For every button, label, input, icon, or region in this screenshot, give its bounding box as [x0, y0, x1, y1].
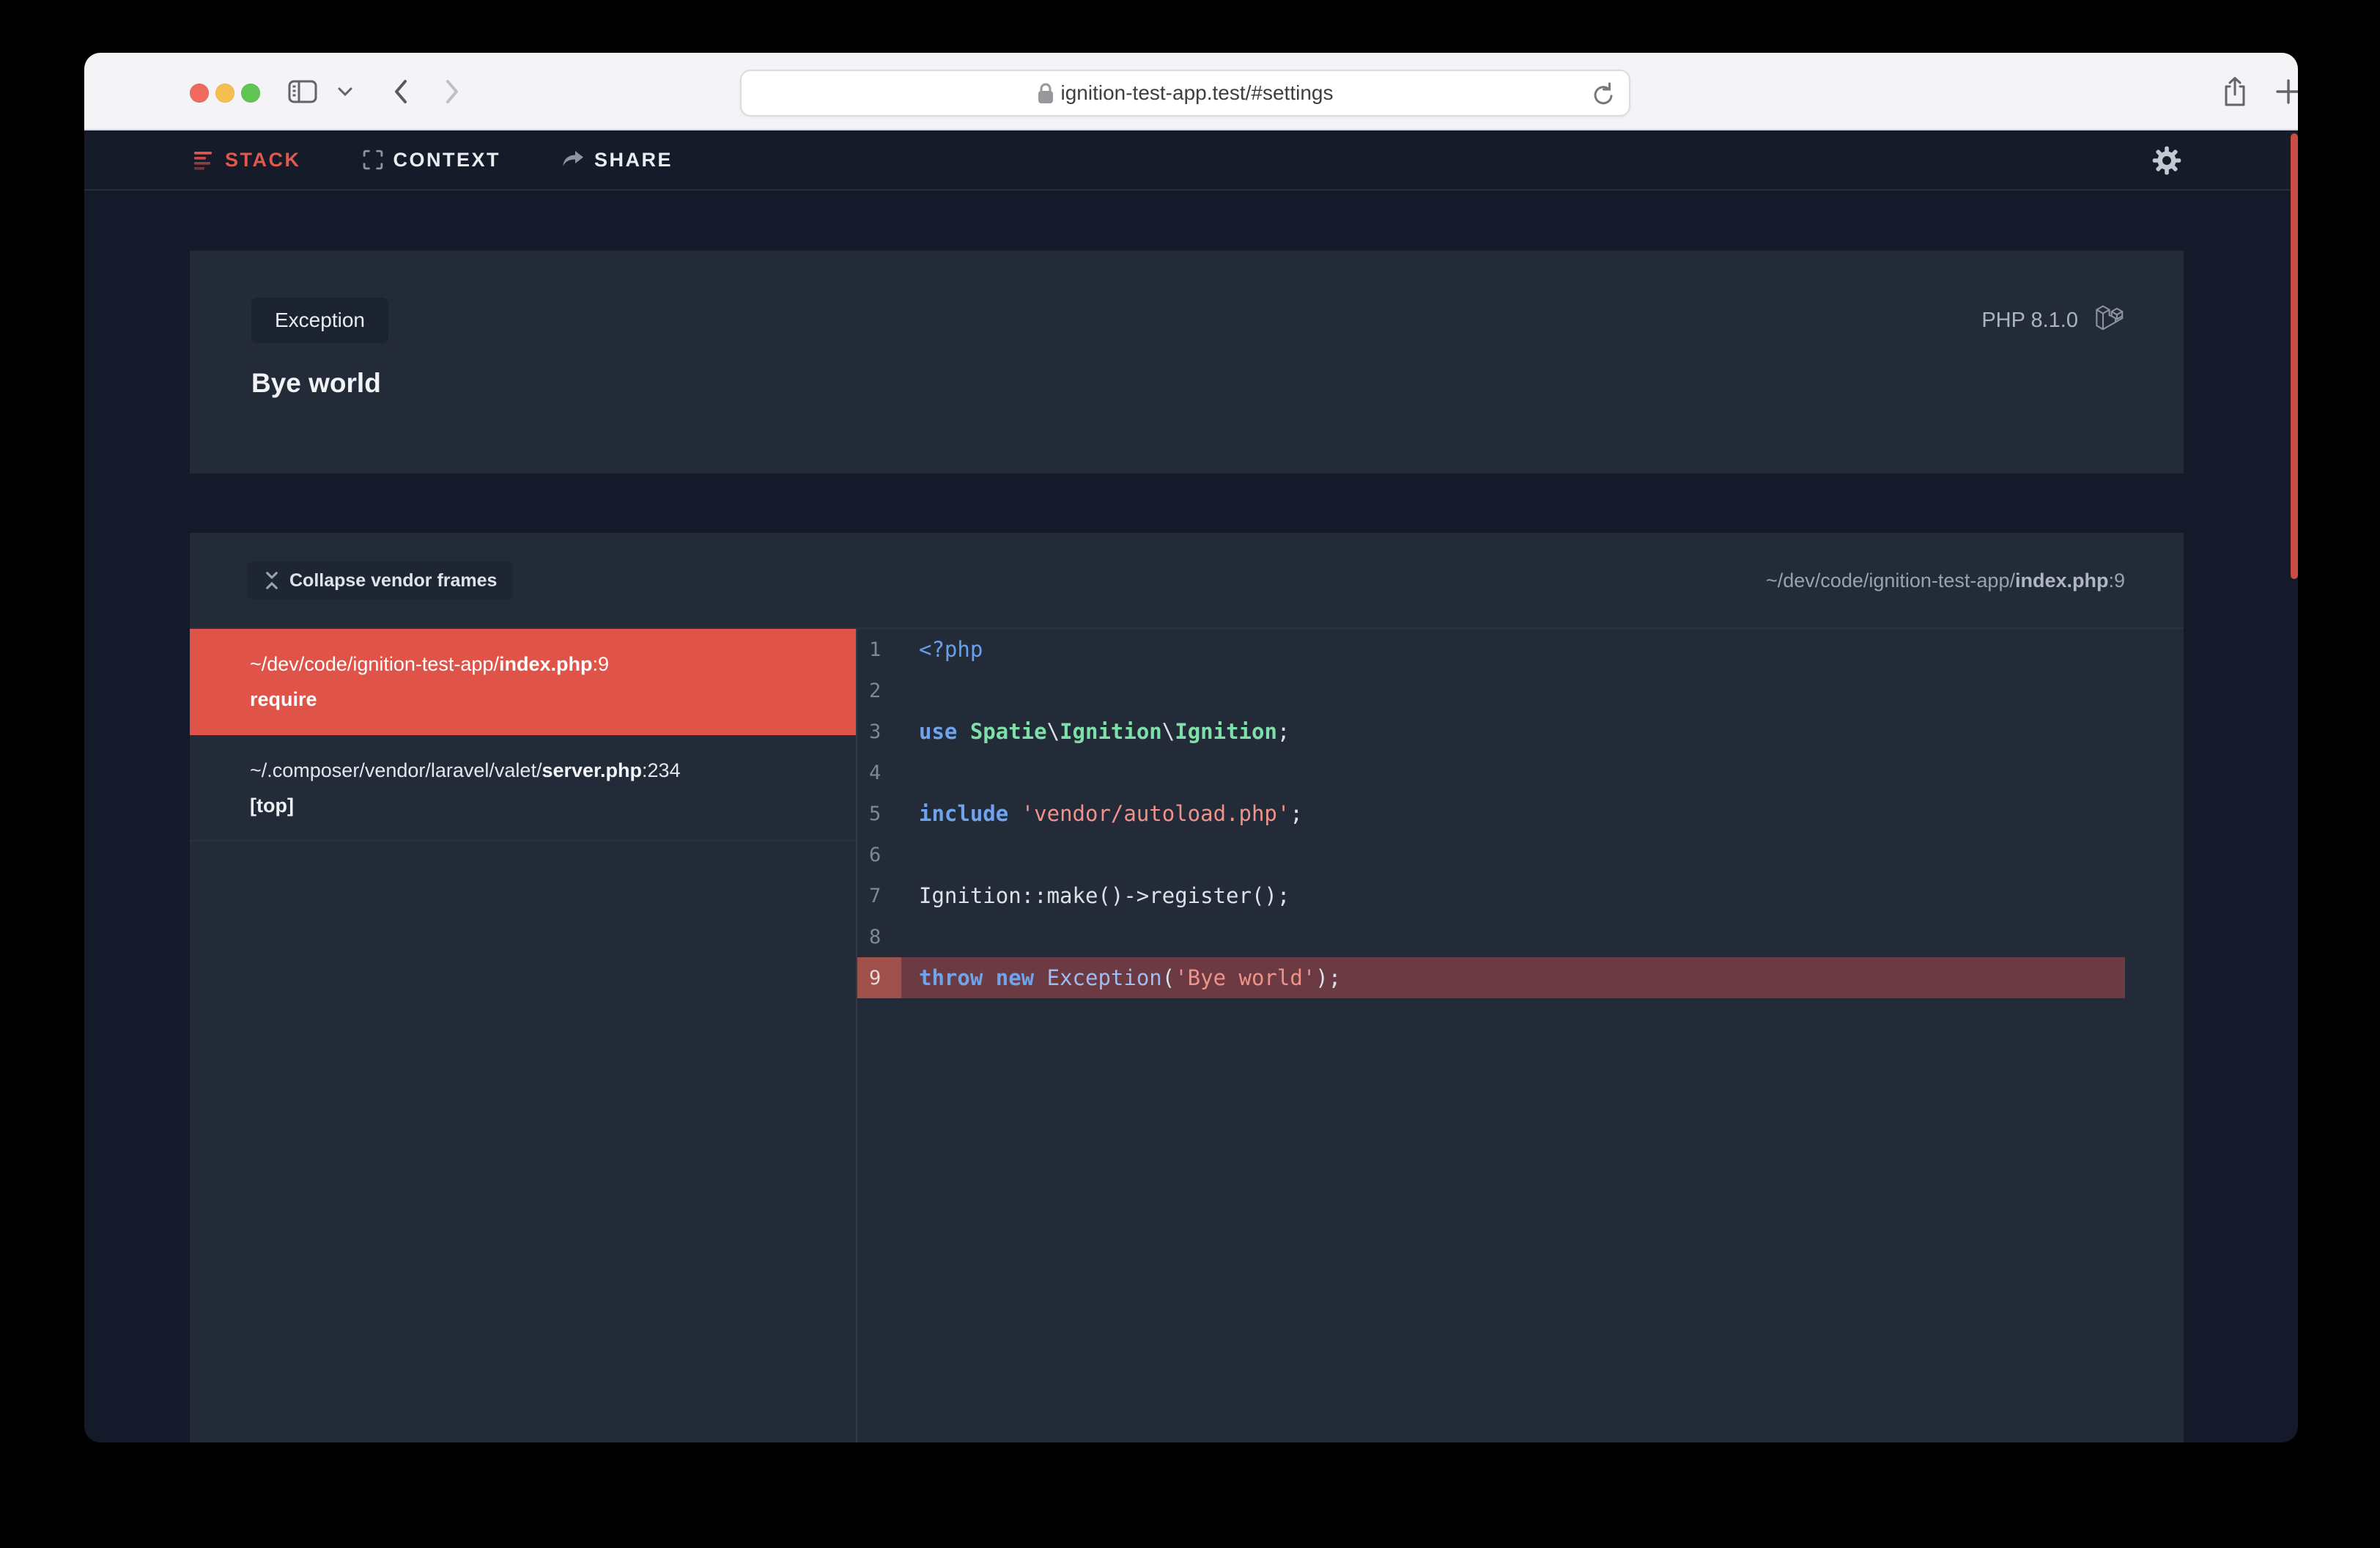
- line-number: 9: [857, 957, 901, 998]
- chevron-down-icon[interactable]: [332, 53, 358, 130]
- tab-stack[interactable]: STACK: [193, 149, 301, 172]
- ignition-navbar: STACK CONTEXT SHARE: [84, 130, 2298, 191]
- line-number: 1: [857, 638, 901, 661]
- error-card: Exception Bye world PHP 8.1.0: [190, 251, 2184, 473]
- share-arrow-icon: [562, 150, 584, 169]
- scrollbar-thumb[interactable]: [2291, 133, 2298, 579]
- current-file-path: ~/dev/code/ignition-test-app/index.php:9: [1766, 533, 2125, 629]
- stack-trace-icon: [193, 149, 215, 171]
- tab-share-label: SHARE: [594, 149, 673, 172]
- code-line: 2: [857, 670, 2125, 711]
- code-line: 3use Spatie\Ignition\Ignition;: [857, 711, 2125, 752]
- exception-message: Bye world: [251, 368, 381, 399]
- code-line-highlighted: 9throw new Exception('Bye world');: [857, 957, 2125, 998]
- frame-method: [top]: [250, 788, 834, 823]
- line-number: 3: [857, 720, 901, 743]
- collapse-vendor-frames-button[interactable]: Collapse vendor frames: [248, 561, 513, 600]
- exception-type-badge: Exception: [251, 298, 388, 343]
- address-bar[interactable]: ignition-test-app.test/#settings: [740, 70, 1630, 117]
- tab-share[interactable]: SHARE: [562, 149, 673, 172]
- line-number: 7: [857, 885, 901, 907]
- sidebar-toggle-icon[interactable]: [281, 53, 325, 130]
- php-version: PHP 8.1.0: [1981, 309, 2078, 333]
- code-line: 5include 'vendor/autoload.php';: [857, 793, 2125, 834]
- reload-icon[interactable]: [1591, 81, 1616, 108]
- new-tab-icon[interactable]: [2264, 53, 2298, 130]
- stack-frame[interactable]: ~/.composer/vendor/laravel/valet/server.…: [190, 735, 856, 841]
- close-window-button[interactable]: [190, 84, 209, 103]
- code-line: 4: [857, 752, 2125, 793]
- context-frame-icon: [363, 150, 383, 170]
- browser-toolbar: ignition-test-app.test/#settings: [84, 53, 2298, 130]
- code-line: 7Ignition::make()->register();: [857, 875, 2125, 916]
- code-line: 6: [857, 834, 2125, 875]
- url-text: ignition-test-app.test/#settings: [1061, 81, 1334, 105]
- code-viewer: 1<?php 2 3use Spatie\Ignition\Ignition; 4 5i…: [857, 629, 2184, 1442]
- tab-stack-label: STACK: [225, 149, 301, 172]
- line-number: 2: [857, 679, 901, 702]
- line-number: 6: [857, 844, 901, 866]
- frame-method: require: [250, 682, 834, 717]
- lock-icon: [1038, 82, 1054, 104]
- browser-window: ignition-test-app.test/#settings: [84, 53, 2298, 1442]
- settings-gear-icon[interactable]: [2151, 130, 2182, 191]
- share-page-icon[interactable]: [2209, 53, 2261, 130]
- line-number: 5: [857, 803, 901, 825]
- section-header: Collapse vendor frames ~/dev/code/igniti…: [190, 533, 2184, 629]
- line-number: 8: [857, 926, 901, 948]
- code-line: 8: [857, 916, 2125, 957]
- code-line: 1<?php: [857, 629, 2125, 670]
- back-button[interactable]: [383, 53, 418, 130]
- collapse-vertical-icon: [264, 571, 280, 590]
- line-number: 4: [857, 762, 901, 784]
- forward-button[interactable]: [435, 53, 470, 130]
- collapse-button-label: Collapse vendor frames: [289, 570, 497, 591]
- stack-section: Collapse vendor frames ~/dev/code/igniti…: [190, 533, 2184, 1442]
- zoom-window-button[interactable]: [241, 84, 260, 103]
- tab-context[interactable]: CONTEXT: [363, 149, 501, 172]
- stack-frames-list: ~/dev/code/ignition-test-app/index.php:9…: [190, 629, 856, 1442]
- laravel-logo-icon: [2093, 303, 2126, 338]
- stack-frame[interactable]: ~/dev/code/ignition-test-app/index.php:9…: [190, 629, 856, 735]
- tab-context-label: CONTEXT: [393, 149, 501, 172]
- minimize-window-button[interactable]: [215, 84, 234, 103]
